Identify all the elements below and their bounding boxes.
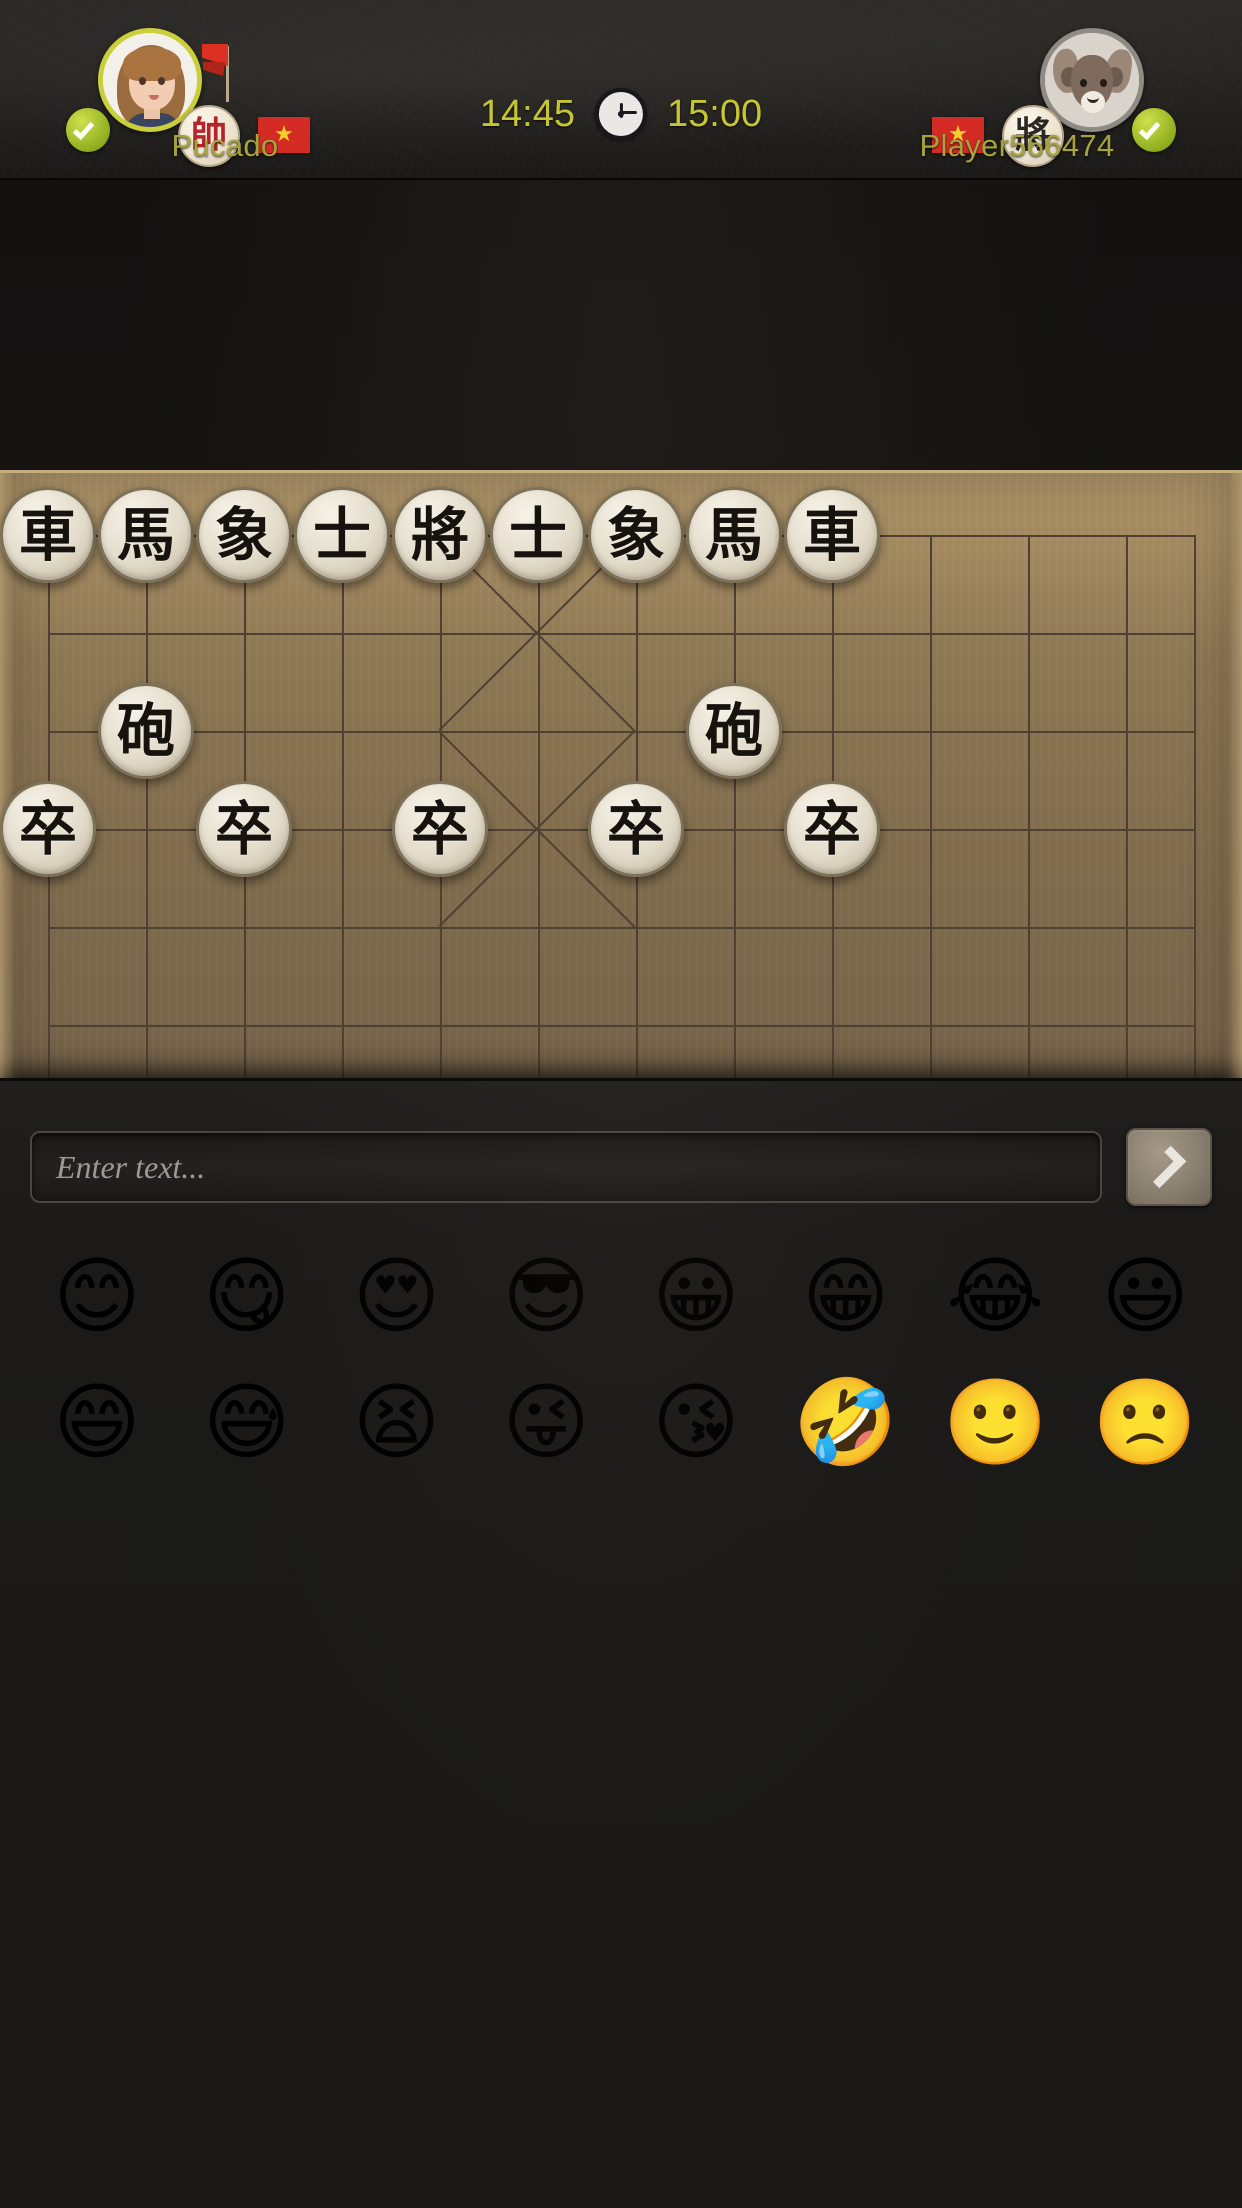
board-edge-right [1226,473,1242,1090]
player-left-panel[interactable]: 帥 ★ Pucado [60,0,390,180]
game-screen: 帥 ★ Pucado 14:45 15:00 將 ★ Player566474 … [0,0,1242,2208]
clock-icon [595,88,647,140]
board-piece[interactable]: 卒 [392,781,488,877]
left-player-name: Pucado [171,128,279,163]
board-piece[interactable]: 車 [0,487,96,583]
chat-panel: Enter text... 😊 😋 😍 😎 😀 😁 😂 😃 😄 😅 😫 😜 😘 … [0,1078,1242,2208]
emoji-button[interactable]: 😊 [22,1241,172,1351]
board-piece[interactable]: 砲 [686,683,782,779]
emoji-button[interactable]: 😋 [172,1241,322,1351]
board-piece[interactable]: 卒 [588,781,684,877]
emoji-button[interactable]: 😄 [22,1367,172,1477]
board-piece[interactable]: 馬 [98,487,194,583]
emoji-button[interactable]: 😘 [621,1367,771,1477]
emoji-button[interactable]: 🤣 [771,1367,921,1477]
right-player-name: Player566474 [919,128,1115,163]
game-header: 帥 ★ Pucado 14:45 15:00 將 ★ Player566474 [0,0,1242,180]
red-pennant-icon [200,42,250,102]
board-piece[interactable]: 卒 [0,781,96,877]
girl-avatar [103,33,197,127]
clock-area: 14:45 15:00 [480,88,762,140]
emoji-button[interactable]: 😎 [471,1241,621,1351]
emoji-button[interactable]: 😅 [172,1367,322,1477]
board-piece[interactable]: 士 [490,487,586,583]
board-piece[interactable]: 象 [196,487,292,583]
chat-text-input[interactable]: Enter text... [30,1131,1102,1203]
chat-input-placeholder: Enter text... [56,1148,206,1185]
board-piece[interactable]: 卒 [784,781,880,877]
xiangqi-board[interactable]: 車 馬 象 士 將 士 象 馬 車 砲 砲 卒 卒 卒 卒 卒 [0,470,1242,1090]
right-player-clock: 15:00 [667,92,763,135]
emoji-button[interactable]: 😜 [471,1367,621,1477]
board-piece[interactable]: 士 [294,487,390,583]
board-piece[interactable]: 馬 [686,487,782,583]
emoji-button[interactable]: 😀 [621,1241,771,1351]
chevron-right-icon [1143,1145,1187,1189]
emoji-button[interactable]: 😃 [1070,1241,1220,1351]
emoji-button[interactable]: 🙁 [1070,1367,1220,1477]
board-piece[interactable]: 卒 [196,781,292,877]
ram-avatar [1045,33,1139,127]
board-piece[interactable]: 砲 [98,683,194,779]
emoji-button[interactable]: 😫 [322,1367,472,1477]
emoji-button[interactable]: 😁 [771,1241,921,1351]
board-piece[interactable]: 將 [392,487,488,583]
left-player-clock: 14:45 [479,92,575,135]
send-button[interactable] [1126,1128,1212,1206]
emoji-button[interactable]: 😂 [921,1241,1071,1351]
chat-input-row: Enter text... [30,1128,1212,1206]
emoji-button[interactable]: 😍 [322,1241,472,1351]
emoji-button[interactable]: 🙂 [921,1367,1071,1477]
emoji-grid: 😊 😋 😍 😎 😀 😁 😂 😃 😄 😅 😫 😜 😘 🤣 🙂 🙁 [22,1241,1220,1477]
board-piece[interactable]: 象 [588,487,684,583]
board-piece[interactable]: 車 [784,487,880,583]
player-right-panel[interactable]: 將 ★ Player566474 [852,0,1182,180]
